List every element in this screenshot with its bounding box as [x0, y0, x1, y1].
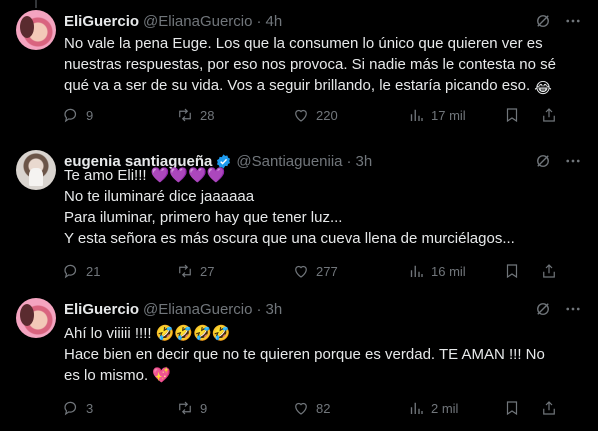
reply-icon: [64, 108, 77, 123]
separator-dot: ·: [256, 300, 262, 318]
avatar[interactable]: [16, 298, 56, 338]
views-icon: [410, 109, 423, 121]
reply-button[interactable]: 9: [62, 106, 93, 124]
like-count: 277: [316, 263, 338, 279]
bookmark-button[interactable]: [503, 262, 521, 280]
like-icon: [295, 402, 307, 415]
action-bar: 3 9 82 2 mil: [60, 397, 590, 419]
tweet-text-line: Hace bien en decir que no te quieren por…: [64, 346, 545, 384]
reply-count: 9: [86, 107, 94, 123]
tweet-text: No vale la pena Euge. Los que la consume…: [64, 33, 584, 99]
thread-connector: [35, 0, 37, 8]
reply-button[interactable]: 21: [62, 262, 100, 280]
view-count: 17 mil: [431, 107, 466, 123]
reply-button[interactable]: 3: [62, 399, 93, 417]
avatar[interactable]: [16, 150, 56, 190]
repost-icon: [179, 108, 191, 122]
avatar[interactable]: [16, 10, 56, 50]
grok-icon[interactable]: [534, 12, 552, 30]
reply-count: 3: [86, 400, 94, 416]
share-icon: [543, 108, 555, 122]
repost-count: 28: [200, 107, 215, 123]
action-bar: 21 27 277 16 mil: [60, 260, 590, 282]
grok-icon[interactable]: [534, 300, 552, 318]
views-button[interactable]: 16 mil: [407, 262, 466, 280]
tweet-text-line: Para iluminar, primero hay que tener luz…: [64, 209, 343, 226]
tweet-text: Te amo Eli!!! 💜💜💜💜 No te iluminaré dice …: [64, 165, 584, 249]
repost-button[interactable]: 9: [176, 399, 207, 417]
like-count: 82: [316, 400, 331, 416]
tweet-text-line: No te iluminaré dice jaaaaaa: [64, 188, 255, 205]
like-button[interactable]: 220: [292, 106, 338, 124]
repost-count: 9: [200, 400, 208, 416]
tweet-text-line: No vale la pena Euge. Los que la consume…: [64, 35, 556, 94]
author-handle[interactable]: @ElianaGuercio: [143, 13, 252, 30]
views-icon: [410, 402, 423, 414]
timestamp[interactable]: 3h: [265, 301, 282, 318]
more-icon[interactable]: [564, 300, 582, 318]
reply-icon: [64, 264, 77, 279]
share-icon: [543, 401, 555, 415]
repost-count: 27: [200, 263, 215, 279]
views-button[interactable]: 2 mil: [407, 399, 458, 417]
repost-button[interactable]: 27: [176, 262, 214, 280]
tweet-santiagueniia[interactable]: eugenia santiagueña @Santiagueniia · 3h …: [0, 140, 598, 288]
views-button[interactable]: 17 mil: [407, 106, 466, 124]
reply-icon: [64, 401, 77, 416]
author-name[interactable]: EliGuercio: [64, 13, 139, 30]
tweet-header: EliGuercio @ElianaGuercio · 3h: [64, 299, 282, 319]
like-count: 220: [316, 107, 338, 123]
like-button[interactable]: 82: [292, 399, 330, 417]
repost-icon: [179, 401, 191, 415]
tweet-text-line: Te amo Eli!!! 💜💜💜💜: [64, 167, 226, 184]
view-count: 2 mil: [431, 400, 459, 416]
timestamp[interactable]: 4h: [265, 13, 282, 30]
tweet-eliguercio-1[interactable]: EliGuercio @ElianaGuercio · 4h No vale l…: [0, 0, 598, 140]
author-name[interactable]: EliGuercio: [64, 301, 139, 318]
views-icon: [410, 265, 423, 277]
repost-icon: [179, 264, 191, 278]
tweet-text-line: Y esta señora es más oscura que una cuev…: [64, 230, 515, 247]
share-button[interactable]: [540, 399, 558, 417]
author-handle[interactable]: @ElianaGuercio: [143, 301, 252, 318]
more-icon[interactable]: [564, 12, 582, 30]
action-bar: 9 28 220 17 mil: [60, 104, 590, 126]
like-icon: [295, 265, 307, 278]
repost-button[interactable]: 28: [176, 106, 214, 124]
like-icon: [295, 109, 307, 122]
share-icon: [543, 264, 555, 278]
like-button[interactable]: 277: [292, 262, 338, 280]
tweet-text: Ahí lo viiiii !!!! 🤣🤣🤣🤣 Hace bien en dec…: [64, 323, 564, 386]
view-count: 16 mil: [431, 263, 466, 279]
bookmark-icon: [506, 264, 518, 279]
tweet-header: EliGuercio @ElianaGuercio · 4h: [64, 11, 282, 31]
separator-dot: ·: [256, 12, 262, 30]
tweet-eliguercio-2[interactable]: EliGuercio @ElianaGuercio · 3h Ahí lo vi…: [0, 288, 598, 431]
bookmark-button[interactable]: [503, 106, 521, 124]
share-button[interactable]: [540, 262, 558, 280]
emoji: 😂: [534, 80, 552, 97]
share-button[interactable]: [540, 106, 558, 124]
bookmark-icon: [506, 401, 518, 416]
bookmark-button[interactable]: [503, 399, 521, 417]
tweet-text-line: Ahí lo viiiii !!!! 🤣🤣🤣🤣: [64, 325, 231, 342]
bookmark-icon: [506, 108, 518, 123]
reply-thread: EliGuercio @ElianaGuercio · 4h No vale l…: [0, 0, 598, 431]
reply-count: 21: [86, 263, 101, 279]
